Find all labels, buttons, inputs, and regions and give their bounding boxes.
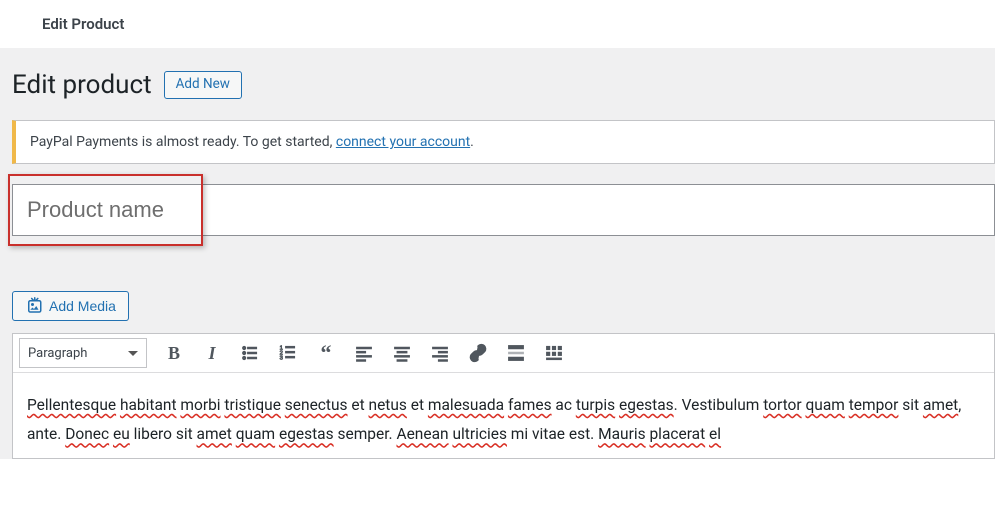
link-icon <box>468 343 488 363</box>
page-heading-row: Edit product Add New <box>12 60 995 114</box>
svg-text:3: 3 <box>280 356 283 362</box>
page-body: Edit product Add New PayPal Payments is … <box>0 48 995 459</box>
bullet-list-button[interactable] <box>233 338 267 368</box>
product-title-wrap <box>12 184 995 236</box>
numbered-list-button[interactable]: 123 <box>271 338 305 368</box>
align-center-button[interactable] <box>385 338 419 368</box>
toolbar-toggle-button[interactable] <box>537 338 571 368</box>
notice-text-after: . <box>470 134 474 150</box>
admin-topbar: Edit Product <box>0 0 995 48</box>
bold-button[interactable]: B <box>157 338 191 368</box>
notice-text-before: PayPal Payments is almost ready. To get … <box>30 134 336 150</box>
format-select-label: Paragraph <box>28 346 87 361</box>
topbar-title: Edit Product <box>15 15 124 33</box>
add-media-button[interactable]: Add Media <box>12 291 129 321</box>
blockquote-button[interactable]: “ <box>309 338 343 368</box>
align-right-icon <box>430 343 450 363</box>
read-more-icon <box>506 343 526 363</box>
blockquote-icon: “ <box>321 349 332 358</box>
align-left-button[interactable] <box>347 338 381 368</box>
media-icon <box>25 297 43 315</box>
numbered-list-icon: 123 <box>278 343 298 363</box>
chevron-down-icon <box>128 351 138 356</box>
bullet-list-icon <box>240 343 260 363</box>
editor-content[interactable]: Pellentesque habitant morbi tristique se… <box>13 373 994 458</box>
italic-icon: I <box>208 343 215 364</box>
align-right-button[interactable] <box>423 338 457 368</box>
product-title-input[interactable] <box>12 184 995 236</box>
add-new-button[interactable]: Add New <box>164 71 242 99</box>
link-button[interactable] <box>461 338 495 368</box>
add-media-label: Add Media <box>49 298 116 314</box>
connect-account-link[interactable]: connect your account <box>336 134 470 150</box>
italic-button[interactable]: I <box>195 338 229 368</box>
paypal-notice: PayPal Payments is almost ready. To get … <box>12 120 995 164</box>
align-left-icon <box>354 343 374 363</box>
read-more-button[interactable] <box>499 338 533 368</box>
toolbar-toggle-icon <box>544 343 564 363</box>
page-title: Edit product <box>12 70 152 100</box>
format-select[interactable]: Paragraph <box>19 338 147 368</box>
bold-icon: B <box>168 343 180 364</box>
align-center-icon <box>392 343 412 363</box>
editor-box: Paragraph B I 123 “ <box>12 333 995 459</box>
editor-toolbar: Paragraph B I 123 “ <box>13 334 994 373</box>
